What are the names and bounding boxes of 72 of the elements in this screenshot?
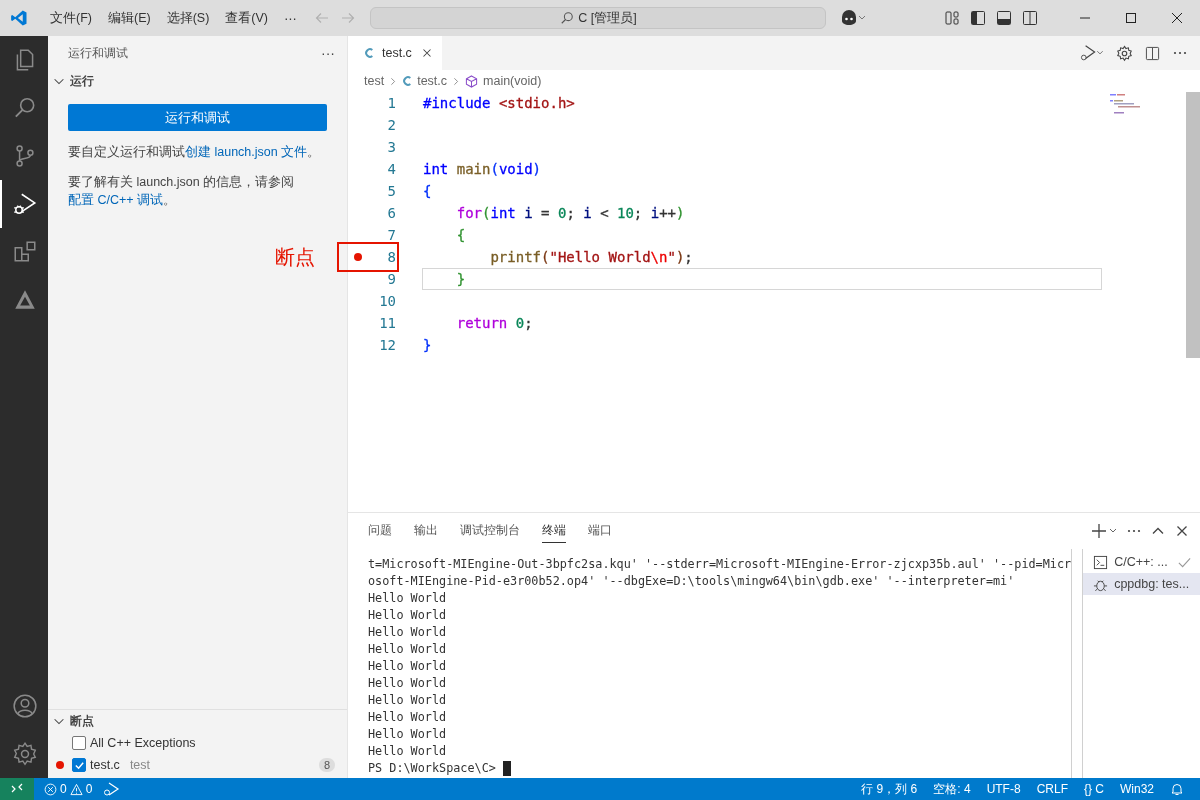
configure-debug-link[interactable]: 配置 C/C++ 调试: [68, 193, 164, 207]
line-number-badge: 8: [318, 758, 335, 772]
status-item[interactable]: CRLF: [1036, 782, 1068, 796]
panel-tab[interactable]: 问题: [368, 519, 392, 543]
menu-item[interactable]: 选择(S): [158, 9, 218, 27]
line-number: 10: [378, 293, 396, 309]
breakpoint-label: All C++ Exceptions: [90, 736, 196, 750]
line-number: 4: [386, 161, 396, 177]
code-line: printf("Hello World\n");: [489, 249, 693, 265]
terminal-line: Hello World: [368, 692, 448, 709]
breadcrumb[interactable]: test.c: [417, 74, 448, 88]
editor-tab[interactable]: test.c: [348, 36, 442, 70]
annotation-label: 断点: [275, 244, 315, 270]
code-line: }: [455, 271, 466, 287]
menu-item[interactable]: 编辑(E): [99, 9, 159, 27]
help-text: 要自定义运行和调试创建 launch.json 文件。: [68, 144, 322, 161]
terminal-line: Hello World: [368, 641, 448, 658]
line-number: 2: [386, 117, 396, 133]
line-number: 3: [386, 139, 396, 155]
breakpoint-label: test.c: [90, 758, 120, 772]
terminal-line: Hello World: [368, 607, 448, 624]
code-line: #include <stdio.h>: [423, 95, 575, 111]
terminal-list-item[interactable]: cppdbg: tes...: [1083, 573, 1200, 595]
line-number: 9: [386, 271, 396, 287]
breadcrumb[interactable]: test: [364, 74, 385, 88]
line-number: 7: [386, 227, 396, 243]
section-header[interactable]: 断点: [48, 710, 347, 732]
status-item[interactable]: {} C: [1083, 782, 1104, 796]
panel-tab[interactable]: 调试控制台: [460, 519, 520, 543]
terminal-list-item[interactable]: C/C++: ...: [1083, 551, 1200, 573]
terminal-line: Hello World: [368, 624, 448, 641]
sidebar-title: 运行和调试: [68, 45, 128, 61]
command-center-field[interactable]: C [管理员]: [370, 7, 827, 29]
problems-status[interactable]: 0 0: [44, 782, 93, 796]
status-item[interactable]: 空格: 4: [933, 780, 971, 798]
code-line: return 0;: [455, 315, 533, 331]
terminal-prompt: PS D:\WorkSpace\C>: [368, 760, 497, 777]
code-line: }: [423, 337, 432, 353]
terminal-line: Hello World: [368, 726, 448, 743]
help-text: 要了解有关 launch.json 的信息，请参阅 配置 C/C++ 调试。: [68, 174, 296, 209]
panel-tab[interactable]: 终端: [542, 519, 566, 543]
terminal-line: t=Microsoft-MIEngine-Out-3bpfc2sa.kqu' '--stderr=Microsoft-MIEngine-Error-zjcxp35b.aul' '--pid=Micr: [368, 556, 1072, 573]
terminal-line: Hello World: [368, 709, 448, 726]
code-line: int main(void): [423, 161, 542, 177]
menu-item[interactable]: 查看(V): [217, 9, 276, 27]
line-number: 6: [386, 205, 396, 221]
create-launch-link[interactable]: 创建 launch.json 文件: [185, 145, 308, 159]
code-line: {: [423, 183, 432, 199]
menu-item[interactable]: 文件(F): [42, 9, 100, 27]
run-and-debug-button[interactable]: 运行和调试: [68, 104, 327, 131]
terminal-line: osoft-MIEngine-Pid-e3r00b52.op4' '--dbgExe=D:\tools\mingw64\bin\gdb.exe' '--interpreter=mi': [368, 573, 1016, 590]
section-header[interactable]: 运行: [48, 70, 347, 92]
status-item[interactable]: Win32: [1120, 782, 1154, 796]
breakpoint-folder: test: [129, 758, 151, 772]
panel-tab[interactable]: 端口: [588, 519, 612, 543]
line-number: 1: [386, 95, 396, 111]
breadcrumb[interactable]: main(void): [483, 74, 542, 88]
status-item[interactable]: UTF-8: [986, 782, 1021, 796]
line-number: 12: [378, 337, 396, 353]
line-number: 11: [378, 315, 396, 331]
terminal-line: Hello World: [368, 590, 448, 607]
panel-tab[interactable]: 输出: [414, 519, 438, 543]
terminal-line: Hello World: [368, 675, 448, 692]
line-number: 8: [386, 249, 396, 265]
more-actions-button[interactable]: ···: [321, 45, 335, 61]
menu-item[interactable]: ⋯: [276, 10, 305, 26]
code-line: {: [455, 227, 466, 243]
terminal-line: Hello World: [368, 743, 448, 760]
terminal-line: Hello World: [368, 658, 448, 675]
code-line: for(int i = 0; i < 10; i++): [455, 205, 685, 221]
line-number: 5: [386, 183, 396, 199]
status-item[interactable]: 行 9，列 6: [861, 780, 918, 798]
